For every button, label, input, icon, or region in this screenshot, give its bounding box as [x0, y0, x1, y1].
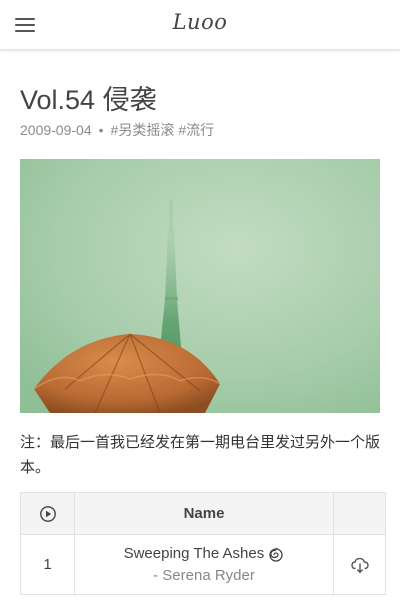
cover-illustration [20, 159, 380, 413]
page-title: Vol.54 侵袭 [20, 85, 157, 115]
table-row[interactable]: 1 Sweeping The Ashes - Serena Ryder [20, 534, 386, 595]
track-title-line: Sweeping The Ashes [75, 543, 333, 565]
article-note: 注：最后一首我已经发在第一期电台里发过另外一个版本。 [20, 433, 381, 476]
track-table: Name 1 Sweeping The Ashes - Serena Ryder [20, 492, 386, 595]
article-meta: 2009-09-04 • #另类摇滚 #流行 [20, 120, 218, 140]
tag-pop[interactable]: #流行 [178, 122, 214, 138]
track-artist: - Serena Ryder [153, 566, 255, 584]
track-title[interactable]: Sweeping The Ashes [124, 545, 265, 562]
column-header-name: Name [74, 492, 334, 535]
top-navigation-bar: Luoo [0, 0, 400, 50]
track-table-header: Name [20, 492, 386, 535]
meta-separator: • [98, 122, 104, 138]
spiral-icon [269, 547, 284, 562]
site-logo[interactable]: Luoo [0, 10, 400, 34]
publish-date: 2009-09-04 [20, 122, 92, 138]
cover-image [20, 159, 380, 413]
track-info-cell[interactable]: Sweeping The Ashes - Serena Ryder [74, 534, 334, 595]
play-all-cell[interactable] [20, 492, 75, 535]
play-circle-icon[interactable] [39, 505, 57, 523]
cloud-download-icon[interactable] [350, 555, 370, 575]
download-cell[interactable] [333, 534, 386, 595]
column-header-actions [333, 492, 386, 535]
track-number: 1 [20, 534, 75, 595]
tag-alternative-rock[interactable]: #另类摇滚 [111, 122, 175, 138]
